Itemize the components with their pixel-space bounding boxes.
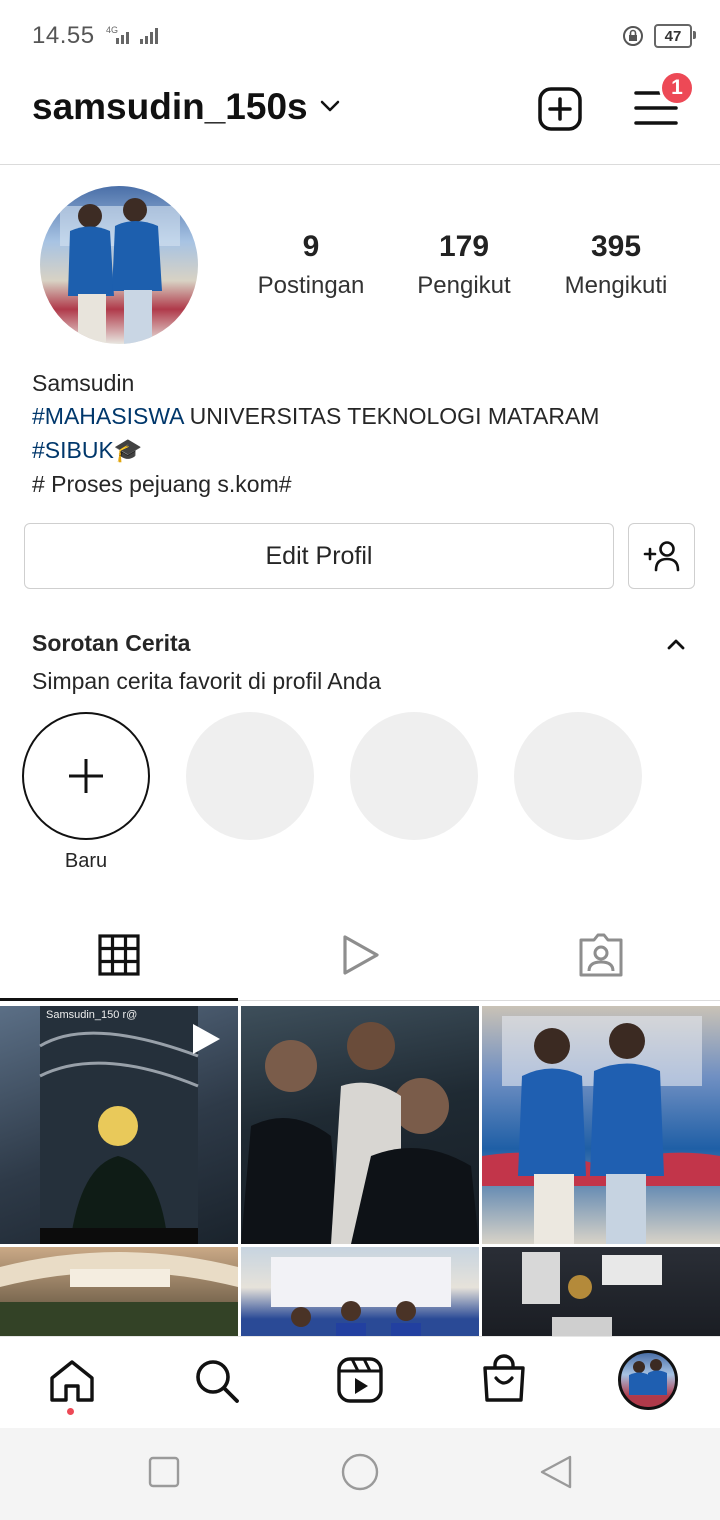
new-highlight-button[interactable] (22, 712, 150, 840)
hashtag-link[interactable]: #SIBUK (32, 437, 114, 463)
add-person-icon (643, 541, 679, 572)
discover-people-button[interactable] (628, 523, 695, 589)
post-thumbnail-reel[interactable]: Samsudin_150 r@ (0, 1006, 238, 1244)
stat-label: Mengikuti (564, 272, 668, 299)
new-post-icon[interactable] (538, 87, 582, 136)
grid-tab[interactable] (98, 934, 140, 981)
reels-icon (337, 1357, 383, 1403)
stat-label: Postingan (257, 272, 365, 299)
chevron-down-icon[interactable] (318, 94, 342, 123)
status-right: 47 (622, 24, 696, 48)
stat-label: Pengikut (417, 272, 511, 299)
home-button[interactable] (340, 1452, 380, 1497)
reel-play-icon (193, 1024, 220, 1054)
profile-avatar[interactable] (40, 186, 198, 344)
home-tab[interactable] (48, 1358, 96, 1409)
active-tab-indicator (0, 998, 238, 1001)
bio-text: UNIVERSITAS TEKNOLOGI MATARAM (183, 403, 600, 429)
reels-tab[interactable] (339, 932, 383, 983)
post-thumbnail[interactable] (0, 1247, 238, 1337)
post-thumbnail[interactable] (482, 1247, 720, 1337)
rotation-lock-icon (623, 26, 643, 46)
highlight-placeholder (514, 712, 642, 840)
stat-value: 179 (438, 230, 490, 263)
tagged-person-icon (579, 933, 623, 977)
highlights-subtitle: Simpan cerita favorit di profil Anda (32, 668, 382, 694)
following-count[interactable]: 395 Mengikuti (541, 230, 691, 300)
profile-tab-avatar[interactable] (618, 1350, 678, 1410)
post-thumbnail[interactable] (241, 1006, 479, 1244)
tagged-tab[interactable] (578, 932, 624, 983)
home-activity-dot (67, 1408, 74, 1415)
reel-username: Samsudin_150 r@ (46, 1009, 138, 1021)
square-icon (148, 1456, 180, 1488)
profile-name: Samsudin (32, 370, 135, 396)
highlights-title: Sorotan Cerita (32, 630, 191, 656)
edit-profile-button[interactable]: Edit Profil (24, 523, 614, 589)
highlight-placeholder (186, 712, 314, 840)
tab-divider (238, 1000, 720, 1001)
header-divider (0, 164, 720, 165)
plus-icon (69, 759, 103, 793)
back-button[interactable] (538, 1454, 574, 1495)
bio-line-2: #SIBUK🎓 (32, 437, 142, 464)
bio-line-3: # Proses pejuang s.kom# (32, 471, 292, 497)
play-icon (343, 935, 379, 975)
home-icon (50, 1360, 94, 1402)
post-thumbnail[interactable] (482, 1006, 720, 1244)
graduation-cap-emoji: 🎓 (113, 437, 143, 463)
chevron-up-icon[interactable] (664, 634, 688, 659)
post-thumbnail[interactable] (241, 1247, 479, 1337)
signal-icon: 4G (100, 24, 162, 53)
network-type: 4G (106, 25, 118, 35)
new-highlight-label: Baru (64, 850, 108, 872)
search-tab[interactable] (192, 1356, 242, 1411)
stat-value: 9 (302, 230, 320, 263)
followers-count[interactable]: 179 Pengikut (389, 230, 539, 300)
highlight-placeholder (350, 712, 478, 840)
search-icon (196, 1360, 239, 1403)
shop-tab[interactable] (480, 1354, 528, 1409)
notification-badge: 1 (659, 70, 695, 106)
battery-icon: 47 (654, 24, 696, 48)
back-triangle-icon (540, 1455, 572, 1489)
grid-icon (98, 934, 140, 976)
bio-line-1: #MAHASISWA UNIVERSITAS TEKNOLOGI MATARAM (32, 403, 599, 430)
shop-bag-icon (483, 1354, 525, 1402)
circle-icon (341, 1453, 379, 1491)
status-time: 14.55 (32, 22, 95, 49)
posts-count[interactable]: 9 Postingan (236, 230, 386, 300)
reels-nav-tab[interactable] (336, 1356, 384, 1409)
account-username[interactable]: samsudin_150s (32, 86, 308, 128)
hashtag-link[interactable]: #MAHASISWA (32, 403, 183, 429)
stat-value: 395 (590, 230, 642, 263)
recent-apps-button[interactable] (148, 1456, 180, 1493)
